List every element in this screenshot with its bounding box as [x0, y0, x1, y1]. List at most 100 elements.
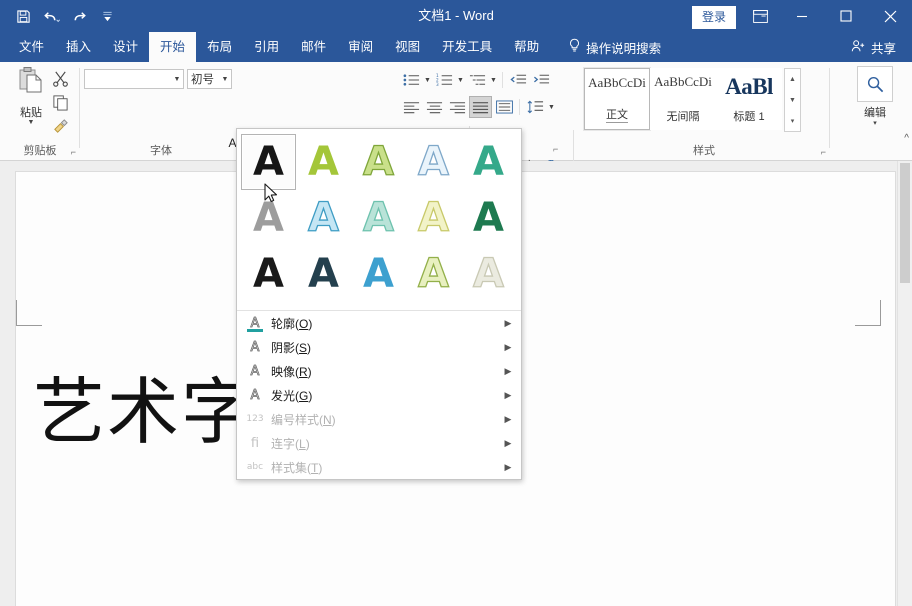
wordart-style-11[interactable]: A: [296, 246, 351, 302]
editing-dropdown-arrow-icon[interactable]: ▾: [873, 120, 877, 127]
reflection-a-icon: A: [243, 361, 267, 381]
minimize-button[interactable]: [780, 0, 824, 32]
menu-item-轮廓[interactable]: A轮廓(O)▶: [237, 311, 521, 335]
style-no-spacing[interactable]: AaBbCcDi 无间隔: [650, 68, 716, 130]
wordart-style-3[interactable]: A: [406, 134, 461, 190]
wordart-style-10[interactable]: A: [241, 246, 296, 302]
undo-icon[interactable]: [38, 3, 64, 29]
wordart-preview-letter: A: [473, 142, 504, 182]
ligatures-icon: fi: [243, 433, 267, 453]
wordart-style-13[interactable]: A: [406, 246, 461, 302]
menu-item-阴影[interactable]: A阴影(S)▶: [237, 335, 521, 359]
wordart-style-0[interactable]: A: [241, 134, 296, 190]
submenu-arrow-icon: ▶: [501, 462, 515, 473]
ribbon-group-editing: 编辑 ▾ ^: [838, 62, 912, 160]
style-normal[interactable]: AaBbCcDi 正文: [584, 68, 650, 130]
collapse-ribbon-icon[interactable]: ^: [904, 133, 909, 144]
wordart-style-4[interactable]: A: [461, 134, 516, 190]
align-right-icon[interactable]: [446, 96, 468, 118]
style-scroll-down[interactable]: ▼: [785, 90, 800, 111]
wordart-style-14[interactable]: A: [461, 246, 516, 302]
chevron-down-icon[interactable]: ▼: [219, 76, 231, 83]
wordart-style-1[interactable]: A: [296, 134, 351, 190]
wordart-style-9[interactable]: A: [461, 190, 516, 246]
tab-layout[interactable]: 布局: [196, 32, 243, 62]
tab-home[interactable]: 开始: [149, 32, 196, 62]
menu-item-发光[interactable]: A发光(G)▶: [237, 383, 521, 407]
ribbon-tabs: 文件 插入 设计 开始 布局 引用 邮件 审阅 视图 开发工具 帮助 操作说明搜…: [0, 32, 912, 62]
menu-item-样式集: abc样式集(T)▶: [237, 455, 521, 479]
chevron-down-icon[interactable]: ▼: [171, 76, 183, 83]
menu-item-label: 映像(R): [267, 363, 501, 380]
distribute-icon[interactable]: [493, 96, 515, 118]
tab-design[interactable]: 设计: [102, 32, 149, 62]
chevron-down-icon[interactable]: ▼: [547, 104, 556, 111]
bullets-icon[interactable]: [400, 69, 422, 91]
close-button[interactable]: [868, 0, 912, 32]
tab-file[interactable]: 文件: [8, 32, 55, 62]
wordart-style-6[interactable]: A: [296, 190, 351, 246]
cut-button[interactable]: [46, 66, 74, 90]
tab-references[interactable]: 引用: [243, 32, 290, 62]
customize-quick-access-toolbar-icon[interactable]: [94, 3, 120, 29]
tell-me-label: 操作说明搜索: [586, 38, 661, 57]
wordart-style-8[interactable]: A: [406, 190, 461, 246]
justify-icon[interactable]: [469, 96, 492, 118]
quick-access-toolbar: [10, 0, 120, 32]
font-row-1: ▼ 初号 ▼: [84, 69, 232, 89]
font-name-input[interactable]: ▼: [84, 69, 184, 89]
copy-button[interactable]: [46, 90, 74, 114]
chevron-down-icon[interactable]: ▼: [423, 77, 432, 84]
lightbulb-icon: [568, 38, 581, 56]
wordart-style-7[interactable]: A: [351, 190, 406, 246]
share-button[interactable]: 共享: [843, 32, 904, 62]
font-size-input[interactable]: 初号 ▼: [187, 69, 232, 89]
document-text[interactable]: 艺术字: [33, 370, 255, 454]
wordart-style-12[interactable]: A: [351, 246, 406, 302]
group-separator: [829, 68, 830, 148]
submenu-arrow-icon: ▶: [501, 438, 515, 449]
chevron-down-icon[interactable]: ▼: [489, 77, 498, 84]
tab-mailings[interactable]: 邮件: [290, 32, 337, 62]
paste-dropdown-arrow-icon[interactable]: ▼: [28, 120, 35, 126]
line-spacing-icon[interactable]: [524, 96, 546, 118]
align-center-icon[interactable]: [423, 96, 445, 118]
decrease-indent-icon[interactable]: [507, 69, 529, 91]
window-controls: [740, 0, 912, 32]
format-painter-button[interactable]: [46, 114, 74, 138]
align-left-icon[interactable]: [400, 96, 422, 118]
paragraph-row-2: ▼: [400, 96, 556, 118]
style-scroll-up[interactable]: ▲: [785, 69, 800, 90]
wordart-style-2[interactable]: A: [351, 134, 406, 190]
paragraph-row-1: ▼ 123 ▼ ▼: [400, 69, 552, 91]
wordart-gallery: AAAAAAAAAAAAAAA: [237, 129, 521, 306]
save-icon[interactable]: [10, 3, 36, 29]
ribbon-display-options-icon[interactable]: [740, 0, 780, 32]
style-heading-1[interactable]: AaBl 标题 1: [716, 68, 782, 130]
menu-item-映像[interactable]: A映像(R)▶: [237, 359, 521, 383]
sign-in-button[interactable]: 登录: [692, 6, 736, 29]
chevron-down-icon[interactable]: ▼: [456, 77, 465, 84]
clipboard-dialog-launcher[interactable]: ⌐: [71, 147, 76, 157]
menu-item-label: 编号样式(N): [267, 411, 501, 428]
multilevel-list-icon[interactable]: [466, 69, 488, 91]
tell-me-search[interactable]: 操作说明搜索: [560, 32, 669, 62]
style-scroll-more[interactable]: ▾: [785, 110, 800, 131]
editing-button[interactable]: 编辑 ▾: [852, 66, 898, 127]
tab-review[interactable]: 审阅: [337, 32, 384, 62]
style-gallery-scrollbar[interactable]: ▲ ▼ ▾: [784, 68, 801, 132]
numbering-icon[interactable]: 123: [433, 69, 455, 91]
scrollbar-thumb[interactable]: [900, 163, 910, 283]
tab-insert[interactable]: 插入: [55, 32, 102, 62]
clipboard-small-buttons: [46, 66, 76, 138]
glow-a-icon: A: [243, 385, 267, 405]
redo-icon[interactable]: [66, 3, 92, 29]
maximize-button[interactable]: [824, 0, 868, 32]
tab-developer[interactable]: 开发工具: [431, 32, 503, 62]
tab-view[interactable]: 视图: [384, 32, 431, 62]
tab-help[interactable]: 帮助: [503, 32, 550, 62]
find-magnifier-icon[interactable]: [857, 66, 893, 102]
styles-dialog-launcher[interactable]: ⌐: [821, 147, 826, 157]
increase-indent-icon[interactable]: [530, 69, 552, 91]
vertical-scrollbar[interactable]: [897, 161, 912, 606]
